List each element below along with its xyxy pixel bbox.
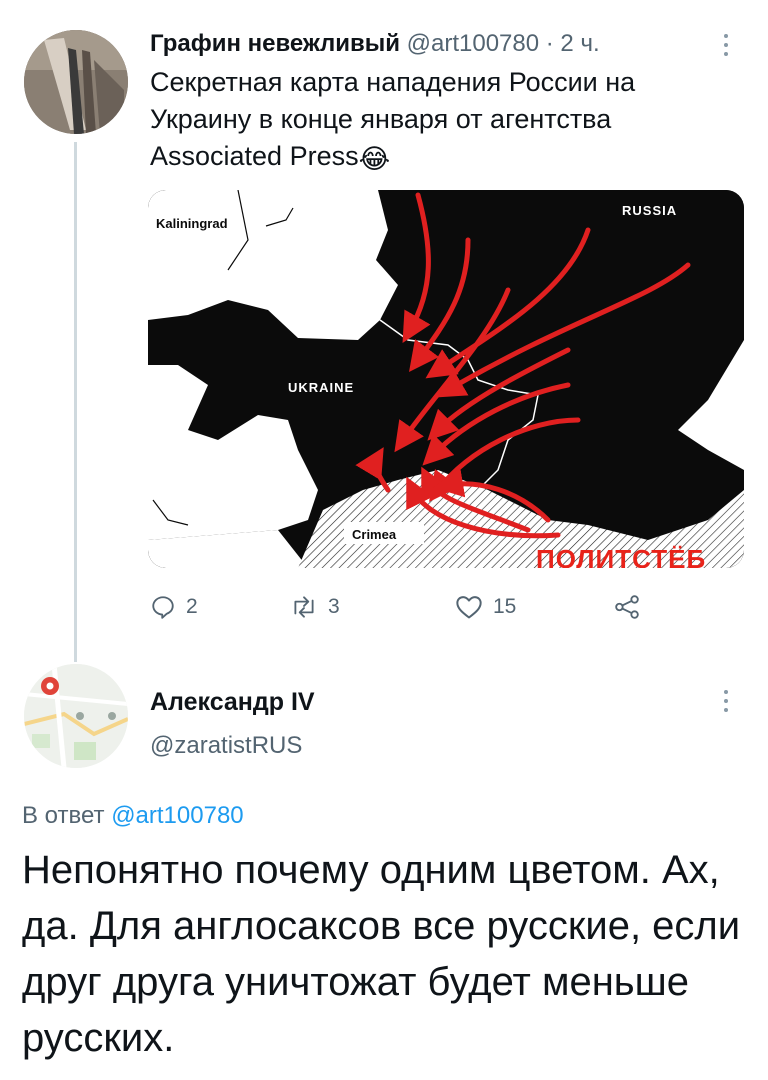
retweet-count: 3 bbox=[328, 595, 340, 618]
retweet-icon bbox=[294, 596, 314, 618]
like-count: 15 bbox=[493, 595, 517, 618]
meta-separator: · bbox=[539, 30, 561, 57]
reply-author-name[interactable]: Александр IV bbox=[150, 686, 315, 718]
label-russia: RUSSIA bbox=[622, 203, 677, 218]
share-icon bbox=[615, 595, 639, 619]
author-handle[interactable]: @art100780 bbox=[407, 30, 539, 57]
tweet-text-body: Секретная карта нападения России на Укра… bbox=[150, 67, 636, 171]
retweet-button[interactable]: 3 bbox=[290, 590, 340, 624]
laughing-emoji: 😂 bbox=[358, 144, 391, 174]
reply-icon bbox=[152, 596, 174, 619]
reply-more-options-icon[interactable] bbox=[716, 686, 736, 716]
label-kaliningrad: Kaliningrad bbox=[156, 216, 228, 231]
thread-line bbox=[74, 142, 77, 662]
tweet-actions: 2 3 15 bbox=[150, 590, 710, 624]
reply-text: Непонятно почему одним цветом. Ах, да. Д… bbox=[22, 848, 741, 1060]
share-button[interactable] bbox=[612, 590, 642, 624]
label-ukraine: UKRAINE bbox=[288, 380, 354, 395]
author-avatar[interactable] bbox=[24, 30, 128, 134]
reply-button[interactable]: 2 bbox=[150, 590, 198, 624]
reply-author-avatar[interactable] bbox=[24, 664, 128, 768]
watermark: ПОЛИТСТЁБ bbox=[536, 544, 706, 568]
reply-to-line: В ответ @art100780 bbox=[22, 800, 244, 832]
label-crimea: Crimea bbox=[352, 527, 397, 542]
tweet-text: Секретная карта нападения России на Укра… bbox=[150, 64, 710, 178]
heart-icon bbox=[456, 596, 482, 619]
reply-prefix: В ответ bbox=[22, 802, 105, 829]
author-name[interactable]: Графин невежливый bbox=[150, 30, 400, 57]
reply-author-handle[interactable]: @zaratistRUS bbox=[150, 730, 302, 762]
tweet-header: Графин невежливый @art100780 · 2 ч. bbox=[150, 28, 600, 60]
tweet-image-map[interactable]: Kaliningrad RUSSIA UKRAINE Crimea ПОЛИТС… bbox=[148, 190, 744, 568]
reply-count: 2 bbox=[186, 595, 198, 618]
tweet-time[interactable]: 2 ч. bbox=[560, 30, 599, 57]
like-button[interactable]: 15 bbox=[455, 590, 516, 624]
reply-to-handle-link[interactable]: @art100780 bbox=[111, 802, 243, 829]
more-options-icon[interactable] bbox=[716, 30, 736, 60]
